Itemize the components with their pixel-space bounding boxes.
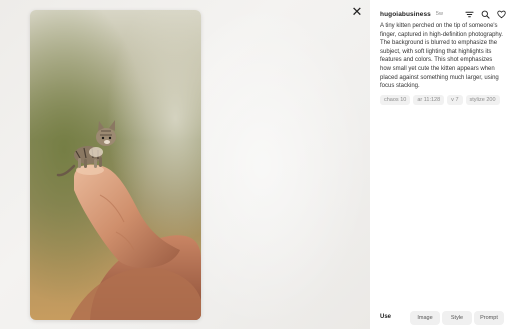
search-icon[interactable] bbox=[481, 10, 490, 19]
filter-icon[interactable] bbox=[465, 10, 474, 19]
close-icon[interactable]: ✕ bbox=[350, 6, 364, 20]
param-chaos[interactable]: chaos 10 bbox=[380, 95, 411, 105]
username-link[interactable]: hugoiabusiness bbox=[380, 11, 431, 18]
main-image[interactable] bbox=[30, 10, 201, 320]
use-label: Use bbox=[380, 314, 392, 320]
heart-icon[interactable] bbox=[497, 10, 506, 19]
parameter-tags: chaos 10 ar 11:128 v 7 stylize 200 bbox=[380, 95, 506, 105]
prompt-description[interactable]: A tiny kitten perched on the tip of some… bbox=[380, 22, 504, 91]
header-actions bbox=[465, 8, 506, 20]
use-bar: Use Image Style Prompt bbox=[370, 311, 512, 325]
use-style-button[interactable]: Style bbox=[442, 311, 472, 325]
image-viewer: ✕ bbox=[0, 0, 370, 329]
param-stylize[interactable]: stylize 200 bbox=[465, 95, 500, 105]
kitten-photo bbox=[30, 10, 201, 320]
param-aspect-ratio[interactable]: ar 11:128 bbox=[413, 95, 445, 105]
details-panel: hugoiabusiness 5w A tiny kitten perched … bbox=[370, 0, 512, 329]
use-prompt-button[interactable]: Prompt bbox=[474, 311, 504, 325]
param-version[interactable]: v 7 bbox=[447, 95, 463, 105]
post-header: hugoiabusiness 5w bbox=[380, 8, 506, 20]
post-time: 5w bbox=[435, 11, 443, 17]
use-image-button[interactable]: Image bbox=[410, 311, 440, 325]
